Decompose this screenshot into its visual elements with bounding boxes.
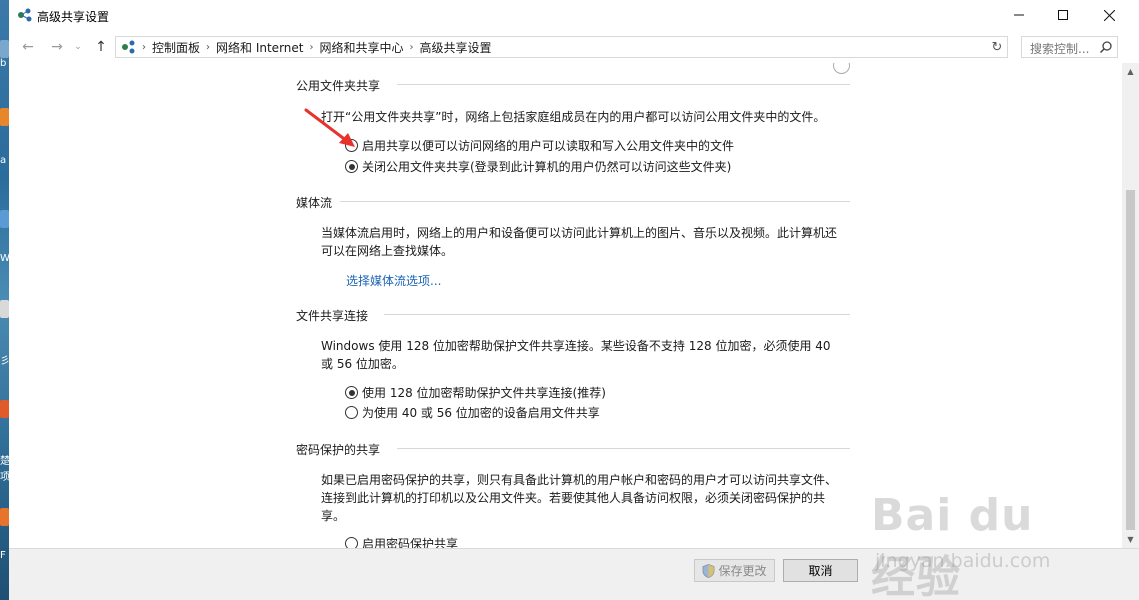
encryption-40-56-option[interactable]: 为使用 40 或 56 位加密的设备启用文件共享 bbox=[345, 404, 600, 421]
desktop-icon[interactable] bbox=[0, 400, 9, 418]
desktop-label: 楚 bbox=[0, 456, 9, 467]
section-title-file-sharing: 文件共享连接 bbox=[296, 309, 369, 323]
chevron-down-icon: ⌄ bbox=[74, 42, 82, 52]
close-button[interactable] bbox=[1086, 0, 1132, 30]
breadcrumb-separator-icon[interactable]: › bbox=[410, 42, 414, 53]
up-button[interactable]: ↑ bbox=[91, 38, 111, 56]
minimize-button[interactable] bbox=[996, 0, 1042, 30]
cancel-button[interactable]: 取消 bbox=[783, 559, 858, 582]
media-description: 当媒体流启用时，网络上的用户和设备便可以访问此计算机上的图片、音乐以及视频。此计… bbox=[321, 226, 838, 258]
breadcrumb-separator-icon[interactable]: › bbox=[309, 42, 313, 53]
triangle-down-icon: ▼ bbox=[1127, 535, 1134, 544]
breadcrumb-separator-icon[interactable]: › bbox=[206, 42, 210, 53]
search-input[interactable]: 搜索控制... bbox=[1021, 36, 1118, 58]
collapse-toggle-icon[interactable] bbox=[833, 63, 850, 74]
refresh-button[interactable]: ↻ bbox=[987, 36, 1008, 58]
control-panel-icon bbox=[122, 40, 135, 54]
desktop-background: b a W 彡 楚 项 F bbox=[0, 0, 9, 600]
desktop-label: 项 bbox=[0, 472, 9, 483]
radio-button[interactable] bbox=[345, 386, 358, 399]
forward-button[interactable]: → bbox=[47, 38, 67, 56]
radio-label: 关闭公用文件夹共享(登录到此计算机的用户仍然可以访问这些文件夹) bbox=[362, 160, 732, 174]
section-divider bbox=[340, 201, 850, 202]
encryption-128-option[interactable]: 使用 128 位加密帮助保护文件共享连接(推荐) bbox=[345, 384, 606, 401]
network-app-icon bbox=[18, 8, 32, 22]
search-placeholder: 搜索控制... bbox=[1030, 42, 1090, 56]
section-title-password: 密码保护的共享 bbox=[296, 443, 381, 457]
public-folder-off-option[interactable]: 关闭公用文件夹共享(登录到此计算机的用户仍然可以访问这些文件夹) bbox=[345, 158, 731, 175]
maximize-button[interactable] bbox=[1040, 0, 1086, 30]
radio-label: 使用 128 位加密帮助保护文件共享连接(推荐) bbox=[362, 386, 606, 400]
breadcrumb-advanced-sharing[interactable]: 高级共享设置 bbox=[420, 39, 492, 56]
maximize-icon bbox=[1058, 10, 1068, 20]
arrow-right-icon: → bbox=[51, 39, 63, 55]
section-title-public-folder: 公用文件夹共享 bbox=[296, 79, 381, 93]
recent-locations-button[interactable]: ⌄ bbox=[72, 38, 84, 56]
save-button-label: 保存更改 bbox=[718, 564, 767, 578]
media-options-link[interactable]: 选择媒体流选项... bbox=[346, 272, 441, 289]
close-icon bbox=[1103, 9, 1115, 21]
desktop-label: F bbox=[0, 550, 6, 561]
radio-button[interactable] bbox=[345, 406, 358, 419]
desktop-label: a bbox=[0, 155, 7, 166]
settings-content: 公用文件夹共享 打开“公用文件夹共享”时，网络上包括家庭组成员在内的用户都可以访… bbox=[9, 63, 1122, 548]
navigation-bar: ← → ⌄ ↑ › 控制面板 › 网络和 Internet › 网络和共享中心 … bbox=[9, 31, 1139, 63]
annotation-arrow-icon bbox=[304, 108, 355, 147]
address-bar[interactable]: › 控制面板 › 网络和 Internet › 网络和共享中心 › 高级共享设置… bbox=[115, 36, 1008, 58]
radio-label: 为使用 40 或 56 位加密的设备启用文件共享 bbox=[362, 406, 600, 420]
breadcrumb-network-sharing-center[interactable]: 网络和共享中心 bbox=[319, 39, 403, 56]
shield-icon bbox=[703, 563, 715, 578]
scroll-up-button[interactable]: ▲ bbox=[1122, 63, 1139, 80]
control-panel-window: 高级共享设置 ← → ⌄ ↑ › 控制面板 › 网络和 Internet › 网… bbox=[9, 0, 1139, 600]
breadcrumb-network-internet[interactable]: 网络和 Internet bbox=[216, 39, 303, 56]
arrow-up-icon: ↑ bbox=[95, 39, 107, 55]
desktop-icon[interactable] bbox=[0, 40, 9, 58]
desktop-label: 彡 bbox=[0, 356, 9, 367]
public-folder-description: 打开“公用文件夹共享”时，网络上包括家庭组成员在内的用户都可以访问公用文件夹中的… bbox=[321, 110, 826, 124]
title-bar[interactable]: 高级共享设置 bbox=[9, 0, 1139, 31]
desktop-icon[interactable] bbox=[0, 508, 9, 526]
vertical-scrollbar[interactable]: ▲ ▼ bbox=[1122, 63, 1139, 548]
public-folder-on-option[interactable]: 启用共享以便可以访问网络的用户可以读取和写入公用文件夹中的文件 bbox=[345, 137, 734, 154]
section-divider bbox=[384, 314, 850, 315]
section-divider bbox=[397, 84, 850, 85]
save-changes-button[interactable]: 保存更改 bbox=[694, 559, 775, 582]
desktop-label: W bbox=[0, 253, 9, 264]
cancel-button-label: 取消 bbox=[808, 564, 833, 578]
window-title: 高级共享设置 bbox=[37, 10, 110, 24]
breadcrumb-control-panel[interactable]: 控制面板 bbox=[152, 39, 200, 56]
dialog-footer: 保存更改 取消 bbox=[9, 548, 1139, 600]
password-description: 如果已启用密码保护的共享，则只有具备此计算机的用户帐户和密码的用户才可以访问共享… bbox=[321, 473, 838, 523]
back-button[interactable]: ← bbox=[18, 38, 38, 56]
desktop-icon[interactable] bbox=[0, 108, 9, 126]
search-icon[interactable] bbox=[1099, 40, 1113, 54]
radio-label: 启用密码保护共享 bbox=[362, 537, 459, 548]
desktop-icon[interactable] bbox=[0, 300, 9, 318]
file-sharing-description: Windows 使用 128 位加密帮助保护文件共享连接。某些设备不支持 128… bbox=[321, 339, 831, 371]
radio-button[interactable] bbox=[345, 537, 358, 548]
desktop-label: b bbox=[0, 58, 7, 69]
radio-button[interactable] bbox=[345, 160, 358, 173]
radio-label: 启用共享以便可以访问网络的用户可以读取和写入公用文件夹中的文件 bbox=[362, 139, 735, 153]
password-on-option[interactable]: 启用密码保护共享 bbox=[345, 535, 458, 548]
section-title-media: 媒体流 bbox=[296, 196, 333, 210]
section-divider bbox=[397, 448, 850, 449]
scroll-down-button[interactable]: ▼ bbox=[1122, 531, 1139, 548]
minimize-icon bbox=[1014, 14, 1024, 16]
breadcrumb-separator-icon[interactable]: › bbox=[142, 42, 146, 53]
arrow-left-icon: ← bbox=[22, 39, 34, 55]
triangle-up-icon: ▲ bbox=[1127, 67, 1134, 76]
scrollbar-thumb[interactable] bbox=[1126, 190, 1135, 530]
desktop-icon[interactable] bbox=[0, 210, 9, 228]
refresh-icon: ↻ bbox=[991, 39, 1003, 55]
